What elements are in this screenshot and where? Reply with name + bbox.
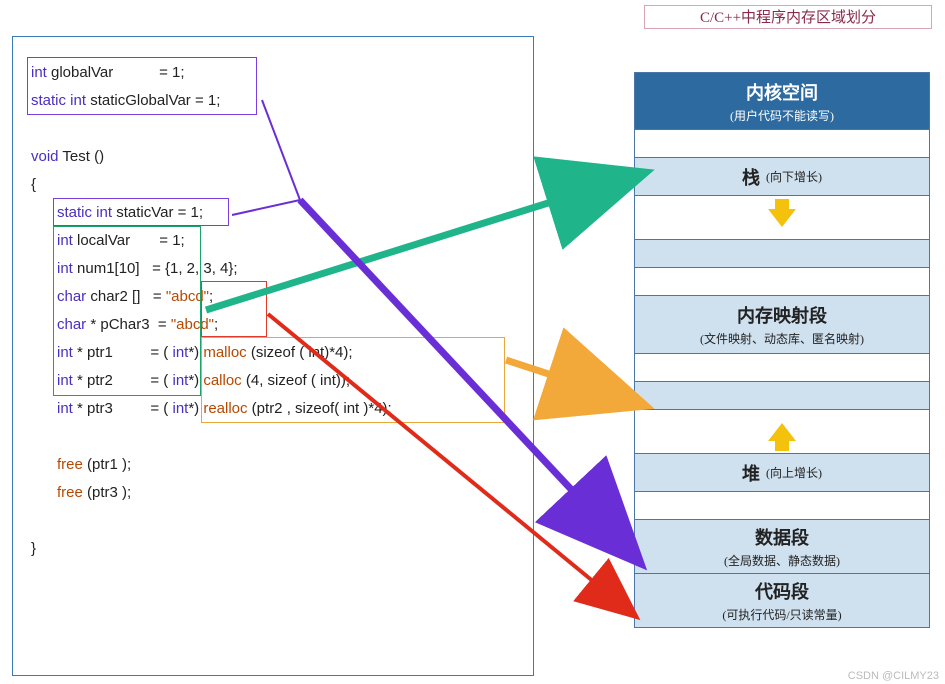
code-panel: int globalVar = 1; static int staticGlob… <box>12 36 534 676</box>
blank-line <box>31 423 515 451</box>
box-heap-allocs <box>201 337 505 423</box>
mem-stack-arrow-row <box>634 196 930 240</box>
mem-heap-arrow-row <box>634 410 930 454</box>
mem-stack: 栈 (向下增长) <box>634 158 930 196</box>
label: 内核空间 <box>746 79 818 105</box>
sub-label: (文件映射、动态库、匿名映射) <box>700 330 864 347</box>
mem-gap <box>634 492 930 520</box>
label: 数据段 <box>755 524 809 550</box>
mem-mmap: 内存映射段 (文件映射、动态库、匿名映射) <box>634 296 930 354</box>
sub-label: (用户代码不能读写) <box>730 107 834 124</box>
mem-kernel: 内核空间 (用户代码不能读写) <box>634 72 930 130</box>
box-global-vars <box>27 57 257 115</box>
label: 堆 <box>742 460 760 486</box>
code-line: { <box>31 171 515 199</box>
label: 代码段 <box>755 578 809 604</box>
memory-layout: 内核空间 (用户代码不能读写) 栈 (向下增长) 内存映射段 (文件映射、动态库… <box>634 72 930 628</box>
mem-heap: 堆 (向上增长) <box>634 454 930 492</box>
arrow-down-icon <box>768 209 796 227</box>
box-string-literals <box>201 281 267 337</box>
mem-data: 数据段 (全局数据、静态数据) <box>634 520 930 574</box>
mem-gap <box>634 130 930 158</box>
sub-label: (向上增长) <box>766 464 822 481</box>
sub-label: (向下增长) <box>766 168 822 185</box>
code-line: void Test () <box>31 143 515 171</box>
label: 栈 <box>742 164 760 190</box>
blank-line <box>31 115 515 143</box>
code-block: int globalVar = 1; static int staticGlob… <box>31 59 515 563</box>
code-line: } <box>31 535 515 563</box>
mem-gap <box>634 268 930 296</box>
mem-gap <box>634 354 930 382</box>
watermark: CSDN @CILMY23 <box>848 670 939 682</box>
arrow-up-icon <box>768 423 796 441</box>
sub-label: (全局数据、静态数据) <box>724 552 840 569</box>
mem-code: 代码段 (可执行代码/只读常量) <box>634 574 930 628</box>
label: 内存映射段 <box>737 302 827 328</box>
sub-label: (可执行代码/只读常量) <box>722 606 841 623</box>
mem-gap <box>634 382 930 410</box>
code-line: free (ptr3 ); <box>31 479 515 507</box>
blank-line <box>31 507 515 535</box>
box-local-vars <box>53 226 201 396</box>
diagram-title: C/C++中程序内存区域划分 <box>644 5 932 29</box>
code-line: free (ptr1 ); <box>31 451 515 479</box>
mem-gap <box>634 240 930 268</box>
box-static-var <box>53 198 229 226</box>
